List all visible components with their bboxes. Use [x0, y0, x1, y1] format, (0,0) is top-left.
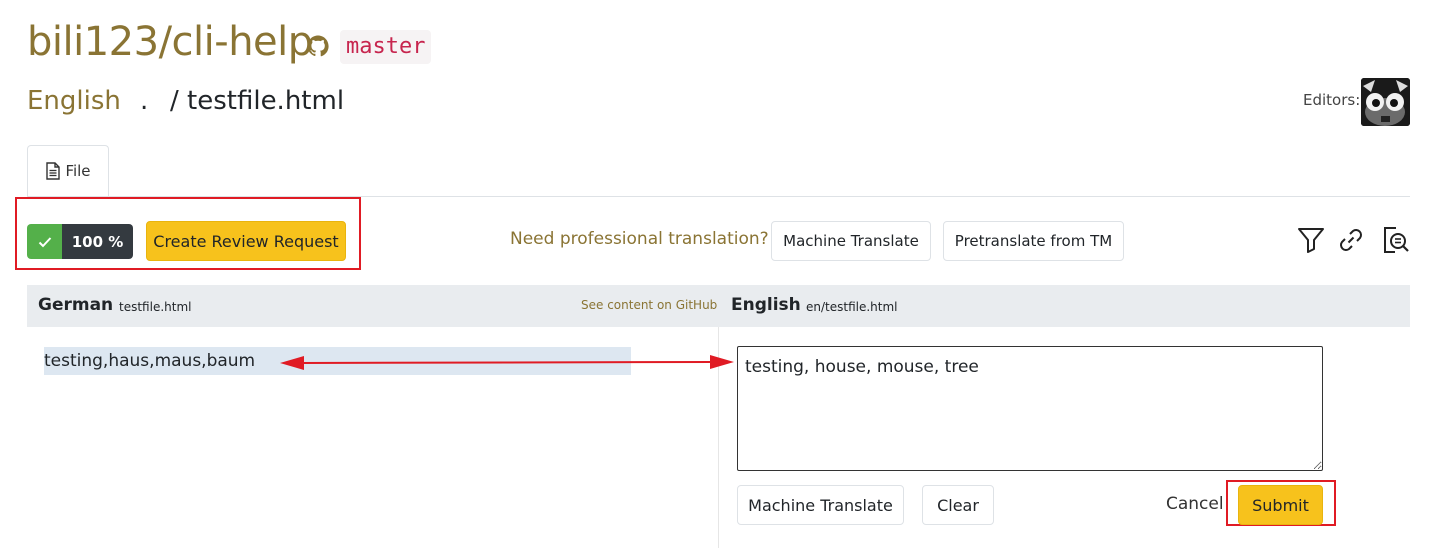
progress-indicator: 100 %	[27, 224, 133, 259]
link-icon[interactable]	[1336, 225, 1366, 255]
progress-value: 100 %	[62, 224, 133, 259]
path-separator: /	[170, 86, 179, 116]
search-review-icon[interactable]	[1380, 225, 1410, 255]
branch-badge: master	[340, 30, 432, 64]
path-root[interactable]: .	[140, 84, 148, 118]
tab-file-label: File	[65, 162, 91, 180]
pretranslate-tm-button[interactable]: Pretranslate from TM	[943, 221, 1124, 261]
submit-button[interactable]: Submit	[1238, 485, 1323, 525]
create-review-request-button[interactable]: Create Review Request	[146, 221, 346, 261]
checkmark-icon	[27, 224, 62, 259]
filter-icon[interactable]	[1296, 225, 1326, 255]
target-language: English	[731, 295, 801, 315]
language-link[interactable]: English	[27, 84, 121, 118]
editor-avatar[interactable]	[1361, 78, 1410, 126]
tab-file[interactable]: File	[27, 145, 109, 197]
repo-title[interactable]: bili123/cli-help	[27, 14, 313, 70]
editors-label: Editors:	[1303, 91, 1361, 109]
machine-translate-button[interactable]: Machine Translate	[771, 221, 931, 261]
clear-button[interactable]: Clear	[922, 485, 994, 525]
file-text-icon	[46, 162, 61, 180]
breadcrumb-file: / testfile.html	[170, 84, 344, 118]
github-icon[interactable]	[306, 34, 330, 58]
source-language: German	[38, 295, 114, 315]
source-segment[interactable]: testing,haus,maus,baum	[44, 347, 631, 375]
target-filename: en/testfile.html	[806, 300, 898, 314]
source-filename: testfile.html	[119, 300, 192, 314]
translation-input[interactable]	[737, 346, 1323, 471]
column-divider	[718, 327, 719, 548]
language-header-bar	[27, 285, 1410, 327]
see-github-link[interactable]: See content on GitHub	[581, 298, 717, 312]
segment-machine-translate-button[interactable]: Machine Translate	[737, 485, 904, 525]
cancel-button[interactable]: Cancel	[1166, 494, 1224, 514]
professional-translation-link[interactable]: Need professional translation?	[510, 229, 769, 249]
avatar-image	[1361, 78, 1410, 126]
filename: testfile.html	[187, 86, 345, 116]
